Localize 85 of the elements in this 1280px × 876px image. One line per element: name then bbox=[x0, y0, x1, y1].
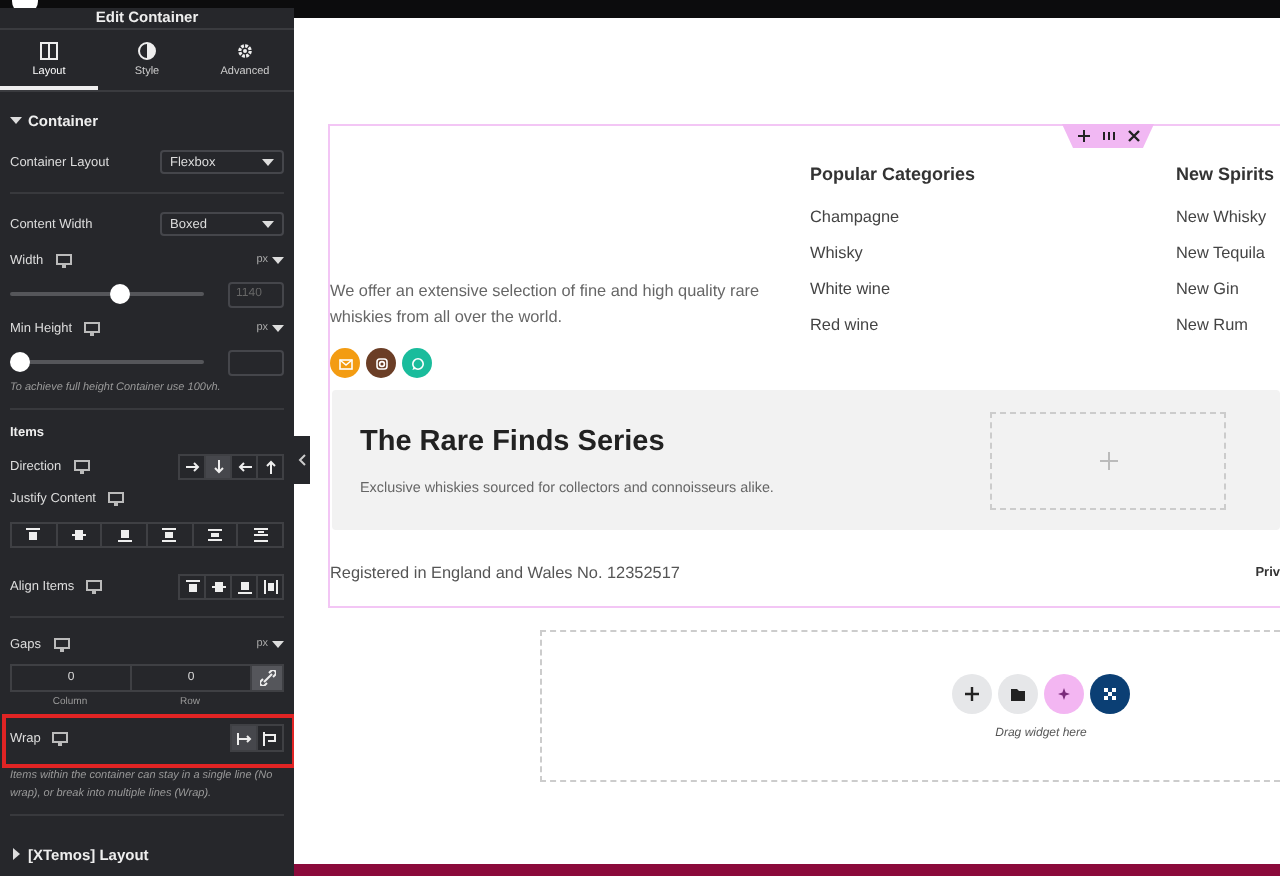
caret-icon bbox=[272, 638, 284, 650]
banner-title: The Rare Finds Series bbox=[360, 425, 667, 457]
align-icon bbox=[206, 525, 225, 543]
toggle-button[interactable] bbox=[191, 521, 239, 547]
toggle-button[interactable] bbox=[178, 573, 206, 599]
toggle-button[interactable] bbox=[204, 453, 232, 479]
column-heading: Popular Categories bbox=[810, 164, 978, 184]
no-wrap-icon bbox=[235, 729, 253, 747]
arrow-up-icon bbox=[261, 457, 279, 475]
collapse-handle[interactable] bbox=[294, 436, 310, 484]
dropdown-caret-icon bbox=[262, 156, 274, 168]
align-icon bbox=[115, 525, 134, 543]
caret-icon bbox=[272, 254, 284, 266]
monitor-icon bbox=[55, 253, 72, 267]
whatsapp-icon bbox=[407, 353, 427, 373]
kit-button[interactable] bbox=[1090, 673, 1130, 713]
sparkle-icon bbox=[1056, 685, 1072, 701]
social-button[interactable] bbox=[366, 348, 396, 378]
monitor-icon bbox=[86, 579, 103, 593]
align-icon bbox=[70, 525, 88, 543]
monitor-icon bbox=[53, 637, 70, 651]
instagram-icon bbox=[371, 353, 391, 373]
caret-icon bbox=[272, 322, 284, 334]
arrow-left-icon bbox=[235, 457, 253, 475]
align-icon bbox=[160, 525, 179, 543]
arrow-down-icon bbox=[209, 457, 227, 475]
footer-link[interactable]: Red wine bbox=[810, 308, 1176, 344]
slider-thumb[interactable] bbox=[10, 352, 30, 372]
align-icon bbox=[209, 577, 227, 595]
column-heading: New Spirits bbox=[1176, 164, 1277, 184]
align-icon bbox=[251, 525, 270, 543]
contrast-icon bbox=[138, 42, 156, 60]
toggle-button[interactable] bbox=[230, 724, 258, 752]
toggle-button[interactable] bbox=[256, 573, 284, 599]
arrow-right-icon bbox=[183, 457, 201, 475]
plus-icon bbox=[964, 685, 980, 701]
monitor-icon bbox=[73, 459, 90, 473]
footer-link[interactable]: New Whisky bbox=[1176, 200, 1280, 236]
link-toggle[interactable] bbox=[250, 664, 284, 692]
number-input[interactable] bbox=[228, 349, 284, 375]
toggle-button[interactable] bbox=[10, 521, 58, 547]
toggle-button[interactable] bbox=[55, 521, 103, 547]
align-icon bbox=[261, 577, 279, 595]
columns-icon bbox=[40, 42, 58, 60]
toggle-button[interactable] bbox=[230, 453, 258, 479]
footer-link[interactable]: New Tequila bbox=[1176, 236, 1280, 272]
folder-icon bbox=[1010, 685, 1026, 701]
registration-text: Registered in England and Wales No. 12352517 bbox=[330, 563, 680, 581]
close-icon bbox=[1127, 130, 1139, 142]
kit-icon bbox=[1102, 685, 1118, 701]
plus-icon bbox=[1099, 451, 1117, 469]
template-button[interactable] bbox=[998, 673, 1038, 713]
email-icon bbox=[335, 353, 355, 373]
drag-handle-icon bbox=[1101, 130, 1115, 142]
ai-button[interactable] bbox=[1044, 673, 1084, 713]
footer-link[interactable]: New Gin bbox=[1176, 272, 1280, 308]
gear-icon bbox=[236, 42, 254, 60]
caret-icon bbox=[10, 848, 22, 860]
footer-link[interactable]: New Rum bbox=[1176, 308, 1280, 344]
wrap-icon bbox=[261, 729, 279, 747]
slider-thumb[interactable] bbox=[110, 284, 131, 304]
toggle-button[interactable] bbox=[230, 573, 258, 599]
link-icon bbox=[259, 670, 275, 686]
chevron-left-icon bbox=[298, 454, 306, 466]
align-icon bbox=[235, 577, 253, 595]
align-icon bbox=[24, 525, 43, 543]
toggle-button[interactable] bbox=[256, 453, 284, 479]
footer-link[interactable]: Champagne bbox=[810, 200, 1176, 236]
monitor-icon bbox=[108, 491, 124, 505]
dropdown-caret-icon bbox=[262, 218, 274, 230]
about-text: We offer an extensive selection of fine and high quality rare whiskies from all over the world. bbox=[330, 280, 762, 330]
toggle-button[interactable] bbox=[236, 521, 285, 547]
footer-link[interactable]: Whisky bbox=[810, 236, 1176, 272]
toggle-button[interactable] bbox=[146, 521, 194, 547]
monitor-icon bbox=[52, 731, 69, 745]
add-icon bbox=[1077, 130, 1089, 142]
toggle-button[interactable] bbox=[256, 724, 284, 752]
container-toolbar[interactable] bbox=[1062, 124, 1154, 148]
add-button[interactable] bbox=[952, 673, 992, 713]
toggle-button[interactable] bbox=[100, 521, 149, 547]
monitor-icon bbox=[84, 321, 101, 335]
caret-icon bbox=[10, 114, 22, 126]
toggle-button[interactable] bbox=[204, 573, 232, 599]
align-icon bbox=[183, 577, 201, 595]
footer-link[interactable]: White wine bbox=[810, 272, 1176, 308]
